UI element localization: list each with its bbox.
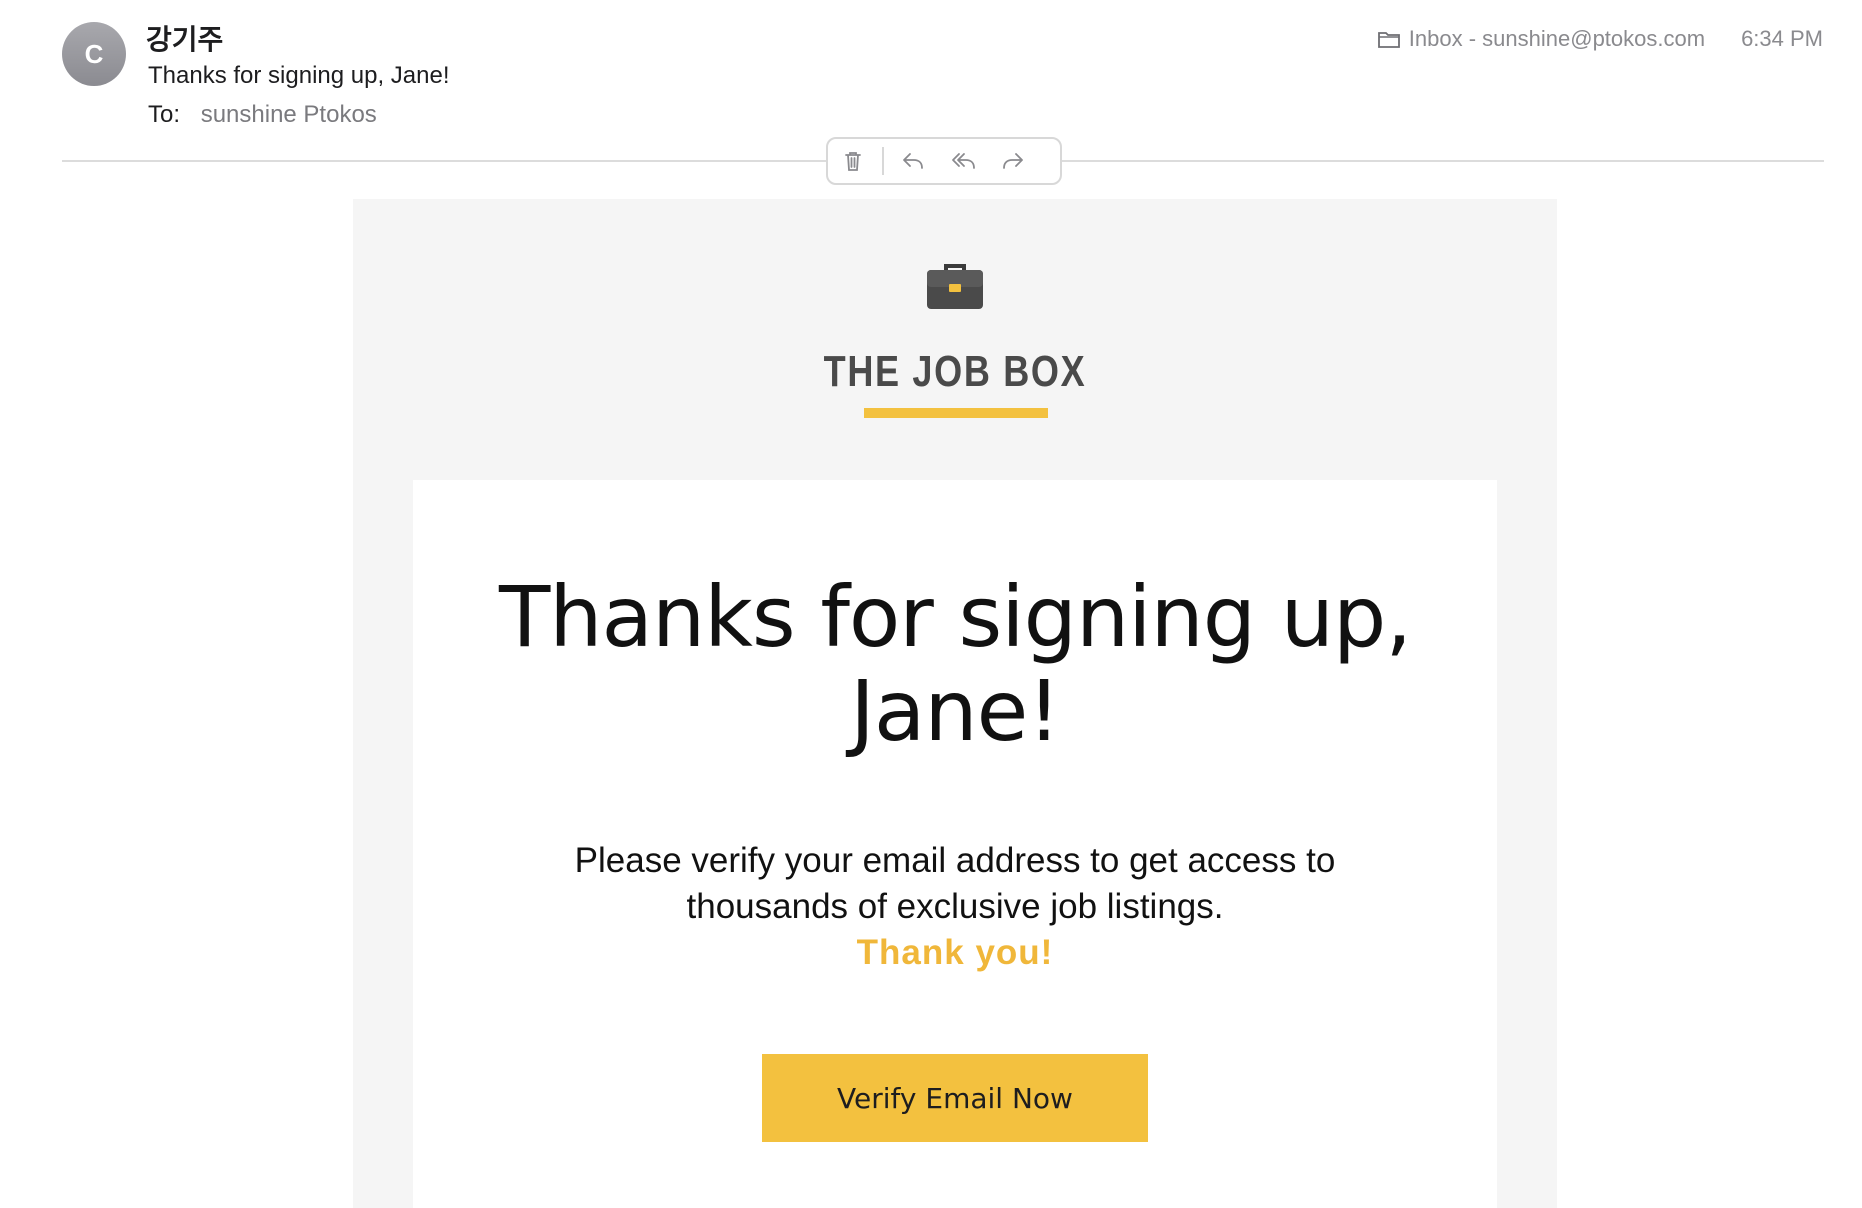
email-body-text: Please verify your email address to get … bbox=[533, 838, 1377, 976]
email-card: Thanks for signing up, Jane! Please veri… bbox=[413, 480, 1497, 1208]
delete-button[interactable] bbox=[828, 139, 878, 183]
mailbox-label[interactable]: Inbox - sunshine@ptokos.com bbox=[1409, 26, 1705, 52]
trash-icon bbox=[845, 152, 861, 171]
sender-name[interactable]: 강기주 bbox=[146, 18, 223, 58]
thank-you-text: Thank you! bbox=[856, 933, 1054, 972]
recipient-row: To: sunshine Ptokos bbox=[148, 101, 377, 129]
briefcase-icon bbox=[927, 264, 983, 309]
reply-all-icon bbox=[952, 153, 975, 169]
recipient-name[interactable]: sunshine Ptokos bbox=[201, 101, 377, 128]
verify-email-button[interactable]: Verify Email Now bbox=[762, 1054, 1148, 1142]
message-time: 6:34 PM bbox=[1741, 26, 1823, 51]
forward-button[interactable] bbox=[988, 139, 1038, 183]
email-headline: Thanks for signing up, Jane! bbox=[498, 568, 1412, 760]
reply-button[interactable] bbox=[888, 139, 938, 183]
message-toolbar bbox=[826, 137, 1062, 185]
forward-icon bbox=[1003, 153, 1023, 169]
reply-icon bbox=[903, 153, 923, 169]
email-subject: Thanks for signing up, Jane! bbox=[148, 62, 450, 89]
brand-name: THE JOB BOX bbox=[823, 347, 1087, 396]
brand-underline bbox=[864, 408, 1048, 418]
toolbar-separator bbox=[882, 147, 884, 175]
folder-icon bbox=[1377, 29, 1401, 49]
email-body: THE JOB BOX Thanks for signing up, Jane!… bbox=[353, 199, 1557, 1208]
sender-avatar: C bbox=[62, 22, 126, 86]
verify-message: Please verify your email address to get … bbox=[574, 841, 1336, 926]
reply-all-button[interactable] bbox=[938, 139, 988, 183]
to-label: To: bbox=[148, 101, 181, 128]
message-meta: Inbox - sunshine@ptokos.com 6:34 PM bbox=[1377, 26, 1823, 52]
